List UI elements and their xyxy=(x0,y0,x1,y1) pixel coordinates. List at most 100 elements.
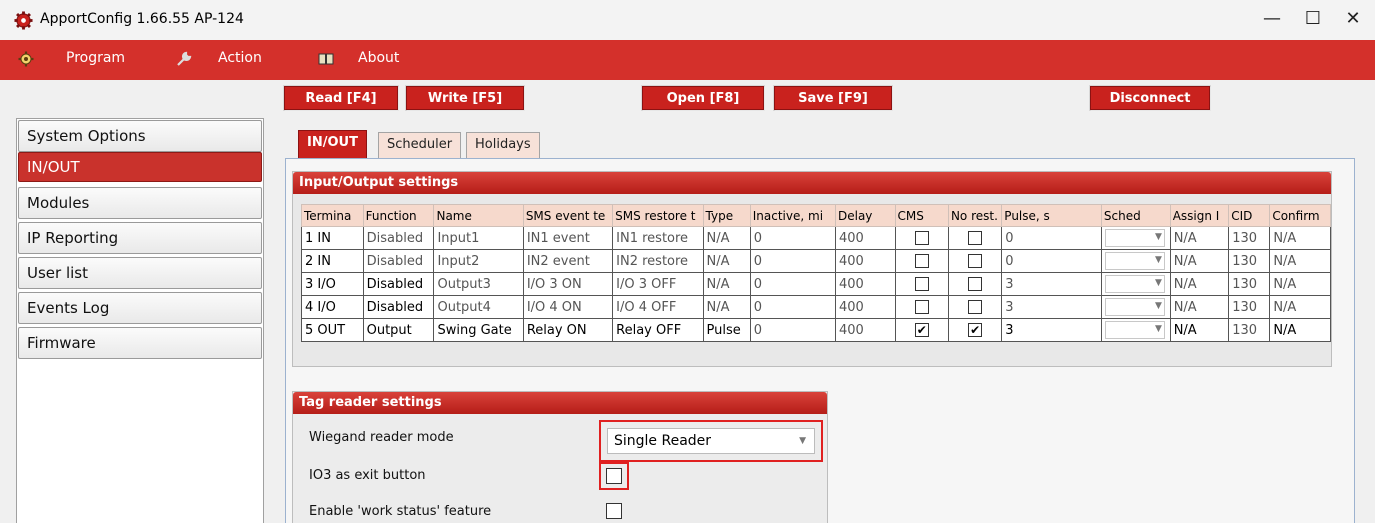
cell-no-restore[interactable] xyxy=(947,249,1003,273)
table-row[interactable]: 2 IN Disabled Input2 IN2 event IN2 resto… xyxy=(301,249,1331,273)
cell-cms[interactable]: ✔ xyxy=(894,318,949,342)
cell-sched[interactable]: ▼ xyxy=(1100,318,1171,342)
menu-action[interactable]: Action xyxy=(218,50,262,66)
tab-in-out[interactable]: IN/OUT xyxy=(298,130,367,158)
cell-cms[interactable] xyxy=(894,272,949,296)
table-row[interactable]: 3 I/O Disabled Output3 I/O 3 ON I/O 3 OF… xyxy=(301,272,1331,296)
cell-sms-restore[interactable]: IN2 restore xyxy=(612,249,704,273)
close-button[interactable]: ✕ xyxy=(1338,8,1368,32)
cell-function[interactable]: Disabled xyxy=(362,249,435,273)
cell-assign[interactable]: N/A xyxy=(1169,318,1230,342)
table-row[interactable]: 5 OUT Output Swing Gate Relay ON Relay O… xyxy=(301,318,1331,342)
tab-scheduler[interactable]: Scheduler xyxy=(378,132,462,158)
cell-delay[interactable]: 400 xyxy=(834,295,896,319)
cell-confirm[interactable]: N/A xyxy=(1269,272,1331,296)
save-button[interactable]: Save [F9] xyxy=(774,86,892,110)
sched-dropdown[interactable]: ▼ xyxy=(1104,275,1165,293)
no-restore-checkbox[interactable] xyxy=(968,300,983,314)
cell-function[interactable]: Disabled xyxy=(362,295,435,319)
col-header[interactable]: SMS restore t xyxy=(612,204,704,227)
sidebar-item-in-out[interactable]: IN/OUT xyxy=(18,152,262,182)
cell-assign[interactable]: N/A xyxy=(1169,272,1230,296)
cell-pulse[interactable]: 3 xyxy=(1001,272,1102,296)
cell-cid[interactable]: 130 xyxy=(1228,295,1271,319)
col-header[interactable]: Pulse, s xyxy=(1001,204,1102,227)
read-button[interactable]: Read [F4] xyxy=(284,86,398,110)
wiegand-mode-select[interactable]: Single Reader ▼ xyxy=(607,428,815,454)
cms-checkbox[interactable] xyxy=(914,277,929,291)
no-restore-checkbox-checked[interactable]: ✔ xyxy=(968,323,983,337)
cell-sched[interactable]: ▼ xyxy=(1100,272,1171,296)
sidebar-item-events-log[interactable]: Events Log xyxy=(18,292,262,324)
col-header[interactable]: CMS xyxy=(894,204,949,227)
write-button[interactable]: Write [F5] xyxy=(406,86,524,110)
cell-no-restore[interactable] xyxy=(947,272,1003,296)
cell-sms-restore[interactable]: Relay OFF xyxy=(612,318,704,342)
no-restore-checkbox[interactable] xyxy=(968,231,983,245)
cell-cid[interactable]: 130 xyxy=(1228,226,1271,250)
col-header[interactable]: CID xyxy=(1228,204,1271,227)
tab-holidays[interactable]: Holidays xyxy=(466,132,540,158)
sidebar-item-user-list[interactable]: User list xyxy=(18,257,262,289)
table-row[interactable]: 4 I/O Disabled Output4 I/O 4 ON I/O 4 OF… xyxy=(301,295,1331,319)
sched-dropdown[interactable]: ▼ xyxy=(1104,252,1165,270)
cell-confirm[interactable]: N/A xyxy=(1269,249,1331,273)
sched-dropdown[interactable]: ▼ xyxy=(1104,229,1165,247)
cell-sms-event[interactable]: I/O 3 ON xyxy=(522,272,614,296)
no-restore-checkbox[interactable] xyxy=(968,277,983,291)
minimize-button[interactable]: — xyxy=(1257,8,1287,32)
cell-type[interactable]: N/A xyxy=(702,272,751,296)
cell-confirm[interactable]: N/A xyxy=(1269,295,1331,319)
sidebar-item-firmware[interactable]: Firmware xyxy=(18,327,262,359)
cell-inactive[interactable]: 0 xyxy=(749,318,836,342)
col-header[interactable]: SMS event te xyxy=(522,204,614,227)
cell-function[interactable]: Disabled xyxy=(362,272,435,296)
no-restore-checkbox[interactable] xyxy=(968,254,983,268)
cell-name[interactable]: Input2 xyxy=(433,249,524,273)
cell-confirm[interactable]: N/A xyxy=(1269,226,1331,250)
io3-exit-checkbox[interactable] xyxy=(606,468,622,484)
cell-sms-event[interactable]: I/O 4 ON xyxy=(522,295,614,319)
cell-sms-restore[interactable]: I/O 3 OFF xyxy=(612,272,704,296)
menu-about[interactable]: About xyxy=(358,50,399,66)
sidebar-item-system-options[interactable]: System Options xyxy=(18,120,262,152)
cell-type[interactable]: N/A xyxy=(702,295,751,319)
col-header[interactable]: Function xyxy=(362,204,435,227)
cell-pulse[interactable]: 3 xyxy=(1001,295,1102,319)
cell-delay[interactable]: 400 xyxy=(834,226,896,250)
col-header[interactable]: No rest. xyxy=(947,204,1003,227)
cell-name[interactable]: Swing Gate xyxy=(433,318,524,342)
cms-checkbox[interactable] xyxy=(914,300,929,314)
cell-name[interactable]: Output4 xyxy=(433,295,524,319)
cell-function[interactable]: Disabled xyxy=(362,226,435,250)
cell-cms[interactable] xyxy=(894,295,949,319)
cell-confirm[interactable]: N/A xyxy=(1269,318,1331,342)
disconnect-button[interactable]: Disconnect xyxy=(1090,86,1210,110)
cell-assign[interactable]: N/A xyxy=(1169,295,1230,319)
cms-checkbox[interactable] xyxy=(914,231,929,245)
cell-inactive[interactable]: 0 xyxy=(749,295,836,319)
cell-sched[interactable]: ▼ xyxy=(1100,249,1171,273)
cell-name[interactable]: Output3 xyxy=(433,272,524,296)
col-header[interactable]: Confirm xyxy=(1269,204,1331,227)
cell-sms-event[interactable]: IN2 event xyxy=(522,249,614,273)
cms-checkbox[interactable] xyxy=(914,254,929,268)
sidebar-item-ip-reporting[interactable]: IP Reporting xyxy=(18,222,262,254)
cell-no-restore[interactable] xyxy=(947,295,1003,319)
cell-inactive[interactable]: 0 xyxy=(749,249,836,273)
sched-dropdown[interactable]: ▼ xyxy=(1104,298,1165,316)
cell-delay[interactable]: 400 xyxy=(834,272,896,296)
col-header[interactable]: Termina xyxy=(301,204,364,227)
menu-program[interactable]: Program xyxy=(66,50,125,66)
cell-sms-restore[interactable]: I/O 4 OFF xyxy=(612,295,704,319)
cell-delay[interactable]: 400 xyxy=(834,249,896,273)
cell-cid[interactable]: 130 xyxy=(1228,318,1271,342)
cell-cms[interactable] xyxy=(894,249,949,273)
cell-cms[interactable] xyxy=(894,226,949,250)
cell-assign[interactable]: N/A xyxy=(1169,226,1230,250)
cell-inactive[interactable]: 0 xyxy=(749,226,836,250)
cell-sms-restore[interactable]: IN1 restore xyxy=(612,226,704,250)
cell-pulse[interactable]: 0 xyxy=(1001,226,1102,250)
cell-sched[interactable]: ▼ xyxy=(1100,295,1171,319)
col-header[interactable]: Inactive, mi xyxy=(749,204,836,227)
